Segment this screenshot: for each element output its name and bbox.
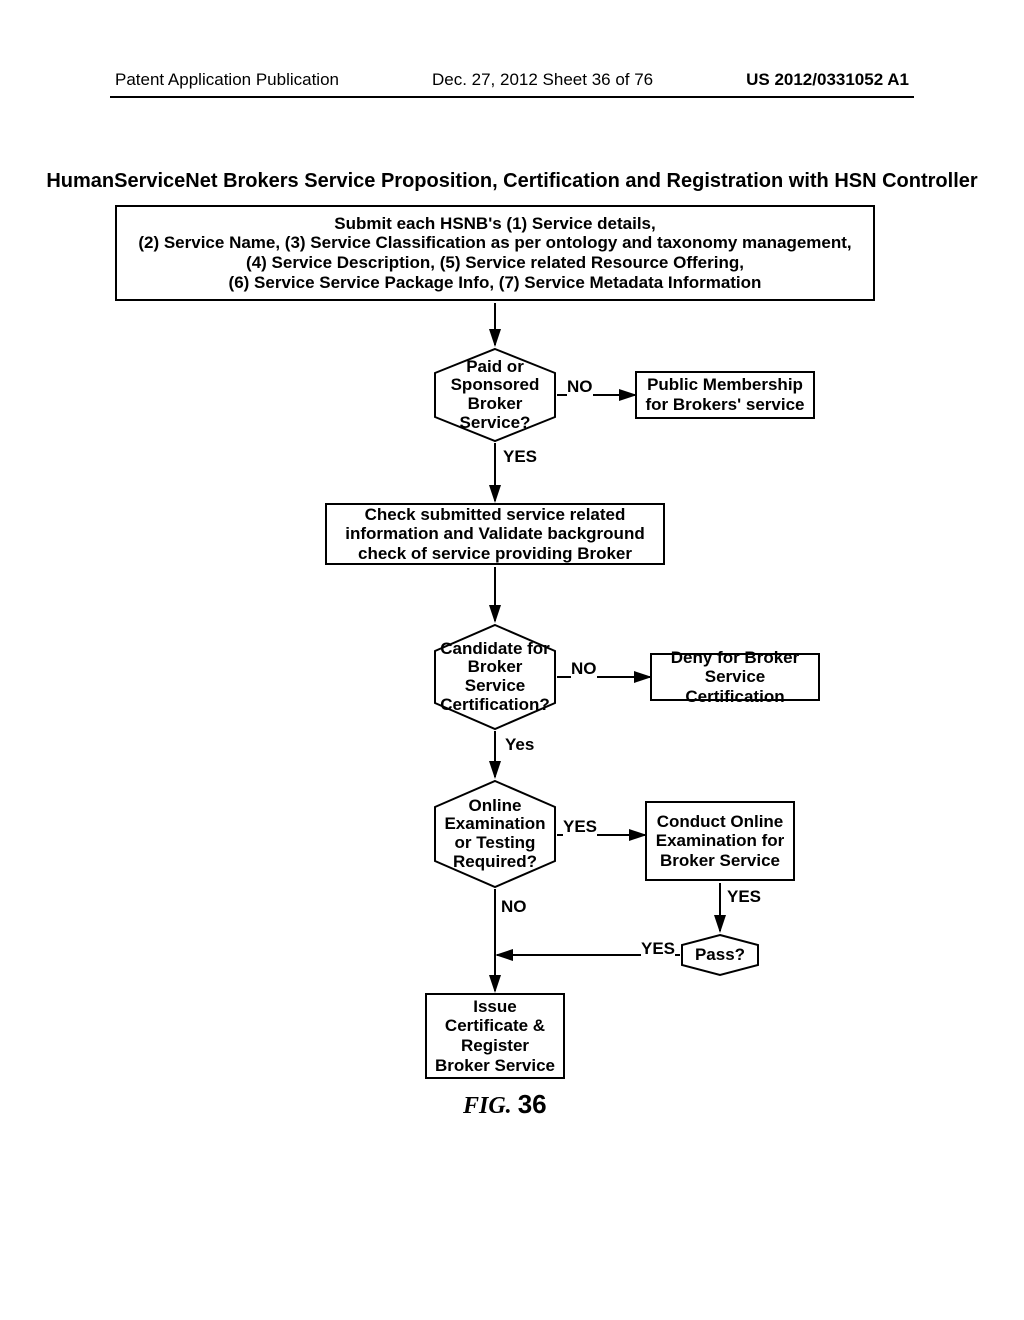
step-check-validate: Check submitted service related informat…: [325, 503, 665, 565]
decision-online-text: Online Examination or Testing Required?: [439, 779, 551, 889]
decision-paid-sponsored: Paid or Sponsored Broker Service?: [433, 347, 557, 443]
step-check-text: Check submitted service related informat…: [333, 505, 657, 564]
header-date-sheet: Dec. 27, 2012 Sheet 36 of 76: [432, 70, 653, 90]
flowchart: Submit each HSNB's (1) Service details, …: [115, 195, 909, 1195]
label-d2-no: NO: [571, 659, 597, 679]
step-deny-cert: Deny for Broker Service Certification: [650, 653, 820, 701]
page: Patent Application Publication Dec. 27, …: [0, 0, 1024, 1320]
label-d2-yes: Yes: [505, 735, 534, 755]
header-publication: Patent Application Publication: [115, 70, 339, 90]
label-d3-yes: YES: [563, 817, 597, 837]
decision-candidate-cert: Candidate for Broker Service Certificati…: [433, 623, 557, 731]
label-d1-no: NO: [567, 377, 593, 397]
step-public-membership: Public Membership for Brokers' service: [635, 371, 815, 419]
step-deny-text: Deny for Broker Service Certification: [658, 648, 812, 707]
figure-number: 36: [518, 1089, 547, 1119]
label-d1-yes: YES: [503, 447, 537, 467]
decision-online-exam: Online Examination or Testing Required?: [433, 779, 557, 889]
step-conduct-exam: Conduct Online Examination for Broker Se…: [645, 801, 795, 881]
step-issue-certificate: Issue Certificate & Register Broker Serv…: [425, 993, 565, 1079]
label-pass-yes: YES: [641, 939, 675, 959]
figure-label: FIG. 36: [463, 1089, 547, 1120]
diagram-title: HumanServiceNet Brokers Service Proposit…: [0, 170, 1024, 193]
decision-pass: Pass?: [680, 933, 760, 977]
step-public-text: Public Membership for Brokers' service: [643, 375, 807, 414]
step-conduct-text: Conduct Online Examination for Broker Se…: [653, 812, 787, 871]
decision-pass-text: Pass?: [686, 933, 754, 977]
header-rule: [110, 96, 914, 98]
figure-prefix: FIG.: [463, 1093, 512, 1119]
label-d3-no: NO: [501, 897, 527, 917]
step-submit: Submit each HSNB's (1) Service details, …: [115, 205, 875, 301]
step-submit-text: Submit each HSNB's (1) Service details, …: [138, 214, 851, 292]
decision-candidate-text: Candidate for Broker Service Certificati…: [439, 623, 551, 731]
page-header: Patent Application Publication Dec. 27, …: [115, 70, 909, 90]
label-conduct-yes: YES: [727, 887, 761, 907]
step-issue-text: Issue Certificate & Register Broker Serv…: [433, 997, 557, 1075]
decision-paid-text: Paid or Sponsored Broker Service?: [439, 347, 551, 443]
header-pubnum: US 2012/0331052 A1: [746, 70, 909, 90]
